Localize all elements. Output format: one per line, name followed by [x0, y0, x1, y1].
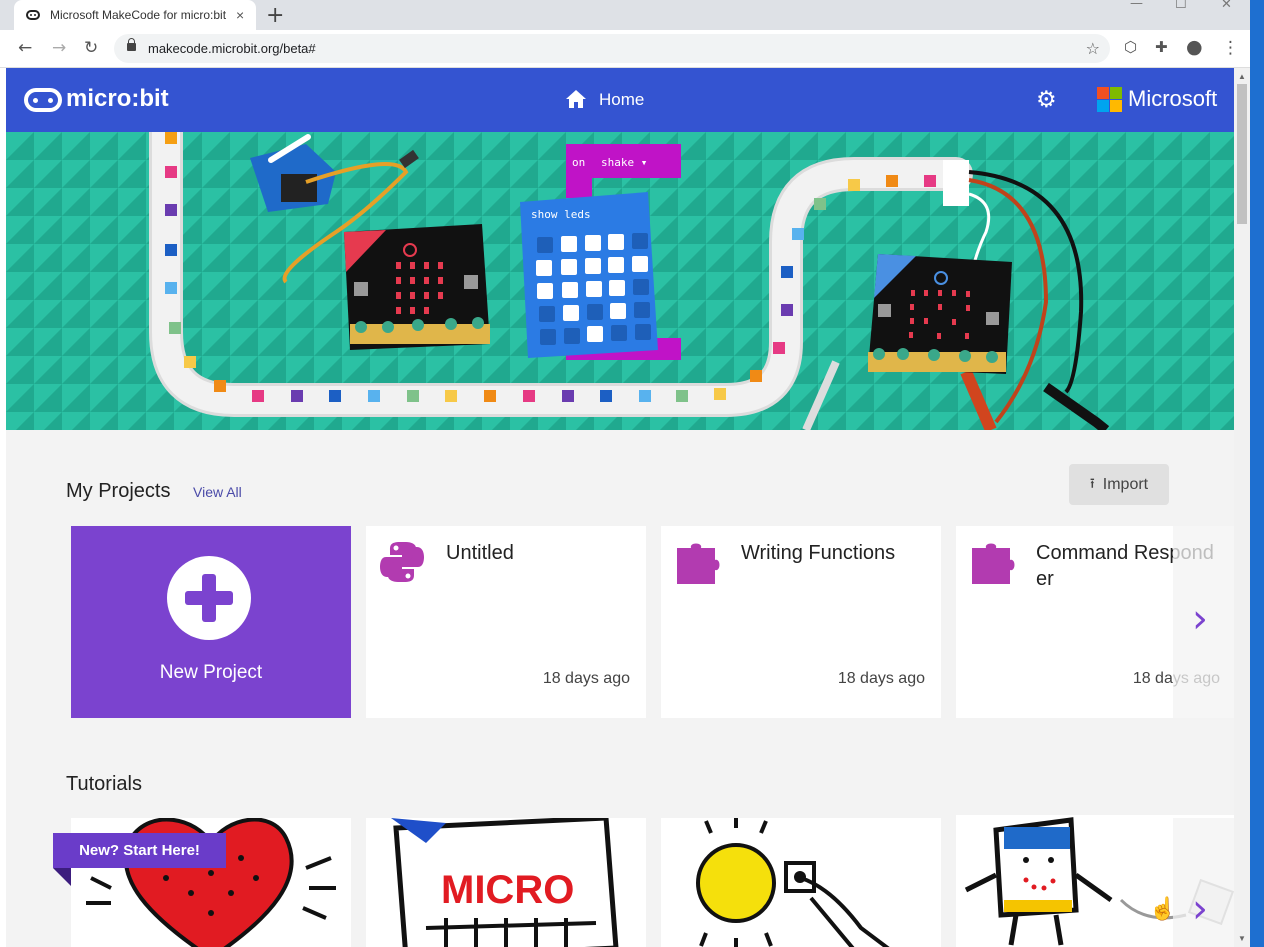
puzzle-icon	[972, 543, 1015, 584]
hand-cursor-icon: ☝	[1149, 896, 1177, 921]
new-project-card[interactable]: New Project	[71, 526, 351, 718]
ribbon-tail	[53, 868, 71, 886]
tab-close-icon[interactable]: ×	[236, 7, 244, 23]
app-header: micro:bit Home ⚙ Microsoft	[6, 68, 1234, 132]
project-card[interactable]: Untitled 18 days ago	[366, 526, 646, 718]
home-icon[interactable]	[565, 89, 587, 109]
page-viewport: micro:bit Home ⚙ Microsoft on shake ▾ sh…	[6, 68, 1234, 947]
upload-icon: ⭱	[1089, 475, 1095, 492]
micro-text: MICRO	[441, 868, 574, 912]
new-project-label: New Project	[159, 662, 263, 683]
bookmark-star-icon[interactable]: ☆	[1086, 39, 1100, 58]
project-title: Untitled	[446, 542, 514, 564]
project-card[interactable]: Writing Functions 18 days ago	[661, 526, 941, 718]
browser-toolbar: ← → ↻ makecode.microbit.org/beta# ☆ ⬡ ✚ …	[0, 30, 1250, 68]
block-event-value: shake ▾	[601, 156, 647, 169]
block-show-leds: show leds	[531, 208, 591, 221]
tutorials-next-chevron-icon[interactable]: ›	[1192, 886, 1208, 932]
tutorials-title: Tutorials	[66, 773, 142, 795]
project-title: Writing Functions	[741, 542, 896, 564]
maximize-button[interactable]: ☐	[1175, 0, 1187, 12]
hero-banner: on shake ▾ show leds	[6, 132, 1234, 430]
reload-icon[interactable]: ↻	[84, 38, 98, 58]
view-all-link[interactable]: View All	[193, 484, 242, 500]
hero-illustration: on shake ▾ show leds	[6, 132, 1234, 430]
address-bar[interactable]: makecode.microbit.org/beta# ☆	[114, 34, 1110, 63]
tutorial-card[interactable]: MICRO	[366, 818, 646, 947]
microbit-board-left	[344, 224, 490, 350]
microbit-board-right	[868, 254, 1012, 374]
button-press-drawing	[696, 818, 890, 947]
tab-strip: Microsoft MakeCode for micro:bit × + — ☐…	[0, 0, 1250, 30]
profile-avatar-icon[interactable]: ●	[1186, 36, 1203, 58]
forward-icon[interactable]: →	[52, 38, 66, 58]
browser-menu-icon[interactable]: ⋮	[1222, 38, 1239, 58]
back-icon[interactable]: ←	[18, 38, 32, 58]
project-time: 18 days ago	[837, 670, 925, 687]
page-scrollbar[interactable]: ▲ ▼	[1234, 68, 1250, 947]
microbit-favicon-icon	[26, 10, 40, 20]
home-link[interactable]: Home	[599, 90, 644, 110]
my-projects-title: My Projects	[66, 480, 171, 502]
extensions-puzzle-icon[interactable]: ✚	[1155, 38, 1168, 56]
new-tab-button[interactable]: +	[266, 3, 284, 28]
microsoft-logo-icon[interactable]	[1097, 87, 1122, 112]
tutorial-card[interactable]	[661, 818, 941, 947]
project-time: 18 days ago	[542, 670, 630, 687]
browser-window: Microsoft MakeCode for micro:bit × + — ☐…	[0, 0, 1250, 947]
lock-icon	[127, 38, 136, 51]
plus-icon	[167, 556, 251, 640]
block-event-on: on	[572, 156, 585, 169]
projects-next-chevron-icon[interactable]: ›	[1192, 596, 1208, 642]
scroll-down-arrow-icon[interactable]: ▼	[1238, 934, 1246, 943]
office-extension-icon[interactable]: ⬡	[1124, 38, 1137, 56]
python-icon	[380, 542, 424, 582]
import-button[interactable]: ⭱ Import	[1069, 464, 1169, 505]
browser-tab[interactable]: Microsoft MakeCode for micro:bit ×	[14, 0, 256, 30]
import-label: Import	[1102, 475, 1149, 493]
microsoft-brand-text[interactable]: Microsoft	[1128, 86, 1217, 112]
puzzle-icon	[677, 543, 720, 584]
url-text: makecode.microbit.org/beta#	[148, 41, 316, 56]
settings-gear-icon[interactable]: ⚙	[1036, 87, 1057, 113]
new-start-here-ribbon[interactable]: New? Start Here!	[53, 833, 226, 868]
scroll-up-arrow-icon[interactable]: ▲	[1238, 72, 1246, 81]
microbit-logo-text[interactable]: micro:bit	[66, 85, 169, 113]
scroll-thumb[interactable]	[1237, 84, 1247, 224]
micro-board-drawing: MICRO	[391, 818, 619, 947]
tab-title: Microsoft MakeCode for micro:bit	[50, 8, 227, 22]
microbit-logo-icon[interactable]	[24, 88, 62, 112]
close-window-button[interactable]: ✕	[1221, 0, 1232, 12]
minimize-button[interactable]: —	[1130, 0, 1143, 11]
